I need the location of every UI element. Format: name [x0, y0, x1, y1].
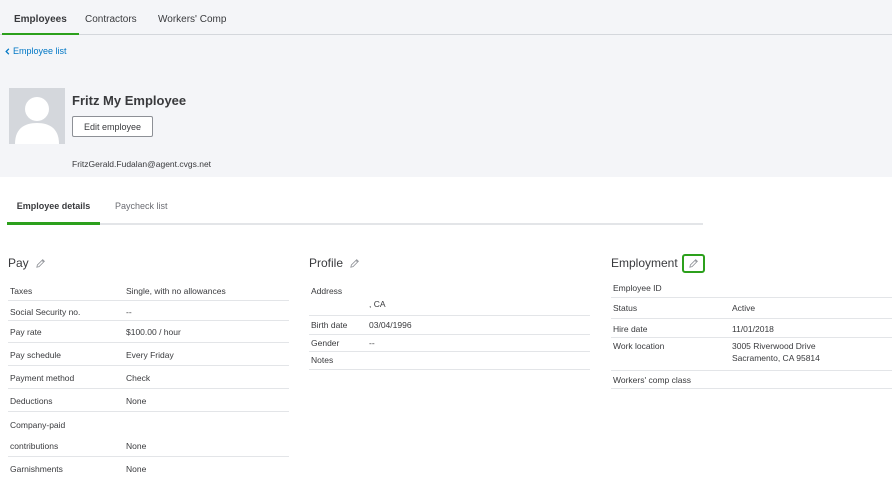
table-row: Payment method Check: [8, 366, 289, 389]
row-value: 03/04/1996: [369, 320, 412, 330]
employee-header: Employee list Fritz My Employee Edit emp…: [0, 35, 892, 177]
top-tab-bar: Employees Contractors Workers' Comp: [0, 0, 892, 36]
table-row: Garnishments None: [8, 457, 289, 479]
row-label: Garnishments: [10, 464, 63, 474]
employee-name: Fritz My Employee: [72, 93, 187, 108]
row-label: Work location: [613, 341, 665, 351]
detail-tab-bar: Employee details Paycheck list: [7, 190, 703, 225]
pencil-icon[interactable]: [349, 258, 360, 269]
row-value: --: [126, 307, 132, 317]
profile-title: Profile: [309, 256, 344, 270]
employee-list-link[interactable]: Employee list: [3, 46, 67, 56]
tab-contractors[interactable]: Contractors: [85, 0, 137, 35]
avatar-placeholder-icon: [9, 88, 65, 144]
table-row: Social Security no. --: [8, 301, 289, 321]
employee-email: FritzGerald.Fudalan@agent.cvgs.net: [72, 159, 212, 169]
table-row: Status Active: [611, 298, 892, 319]
pencil-icon[interactable]: [35, 258, 46, 269]
row-value: Check: [126, 373, 151, 383]
table-row: Address , CA: [309, 279, 590, 316]
row-label: Social Security no.: [10, 307, 81, 317]
row-value: None: [126, 464, 147, 474]
row-value: 11/01/2018: [732, 324, 774, 334]
tab-employees[interactable]: Employees: [2, 0, 79, 36]
row-label: Deductions: [10, 396, 53, 406]
table-row: Company-paid: [8, 412, 289, 434]
employment-section: Employment Employee ID Status Active Hir…: [611, 253, 892, 389]
table-row: Taxes Single, with no allowances: [8, 281, 289, 301]
table-row: Hire date 11/01/2018: [611, 319, 892, 338]
row-label: Hire date: [613, 324, 648, 334]
row-label: Address: [311, 286, 343, 296]
employment-title: Employment: [611, 256, 678, 270]
row-label: Taxes: [10, 286, 33, 296]
pay-section: Pay Taxes Single, with no allowances Soc…: [8, 253, 289, 474]
tab-workers-comp[interactable]: Workers' Comp: [158, 0, 226, 35]
row-label: Payment method: [10, 373, 75, 383]
employee-list-link-label: Employee list: [13, 46, 67, 56]
pay-title: Pay: [8, 256, 29, 270]
row-value: $100.00 / hour: [126, 327, 181, 337]
row-value-line2: Sacramento, CA 95814: [732, 353, 820, 363]
chevron-left-icon: [5, 47, 10, 55]
profile-section: Profile Address , CA Birth date 03/04/19…: [309, 253, 590, 370]
tab-paycheck-list[interactable]: Paycheck list: [115, 190, 168, 223]
avatar: [9, 88, 65, 144]
table-row: Workers' comp class: [611, 371, 892, 389]
row-value: , CA: [369, 299, 386, 309]
row-label: Status: [613, 303, 638, 313]
table-row: Employee ID: [611, 278, 892, 298]
row-label: Birth date: [311, 320, 348, 330]
row-value: Every Friday: [126, 350, 174, 360]
row-label: Company-paid: [10, 420, 66, 430]
row-value: None: [126, 441, 147, 451]
edit-employment-button[interactable]: [681, 253, 705, 273]
row-label: Employee ID: [613, 283, 662, 293]
row-value: Active: [732, 303, 756, 313]
edit-employee-button[interactable]: Edit employee: [72, 116, 153, 137]
row-value: 3005 Riverwood Drive: [732, 341, 816, 351]
table-row: contributions None: [8, 434, 289, 457]
row-value: None: [126, 396, 147, 406]
table-row: Notes: [309, 352, 590, 370]
row-label: Workers' comp class: [613, 375, 691, 385]
row-label: Gender: [311, 338, 340, 348]
row-value: --: [369, 338, 375, 348]
table-row: Gender --: [309, 335, 590, 352]
row-value: Single, with no allowances: [126, 286, 226, 296]
table-row: Pay schedule Every Friday: [8, 343, 289, 366]
row-label: Notes: [311, 355, 334, 365]
table-row: Pay rate $100.00 / hour: [8, 321, 289, 343]
pencil-icon: [688, 258, 698, 268]
row-label: Pay rate: [10, 327, 42, 337]
table-row: Deductions None: [8, 389, 289, 412]
tab-employee-details[interactable]: Employee details: [7, 190, 100, 225]
table-row: Birth date 03/04/1996: [309, 316, 590, 335]
row-label: contributions: [10, 441, 59, 451]
table-row: Work location 3005 Riverwood Drive Sacra…: [611, 338, 892, 371]
row-label: Pay schedule: [10, 350, 62, 360]
